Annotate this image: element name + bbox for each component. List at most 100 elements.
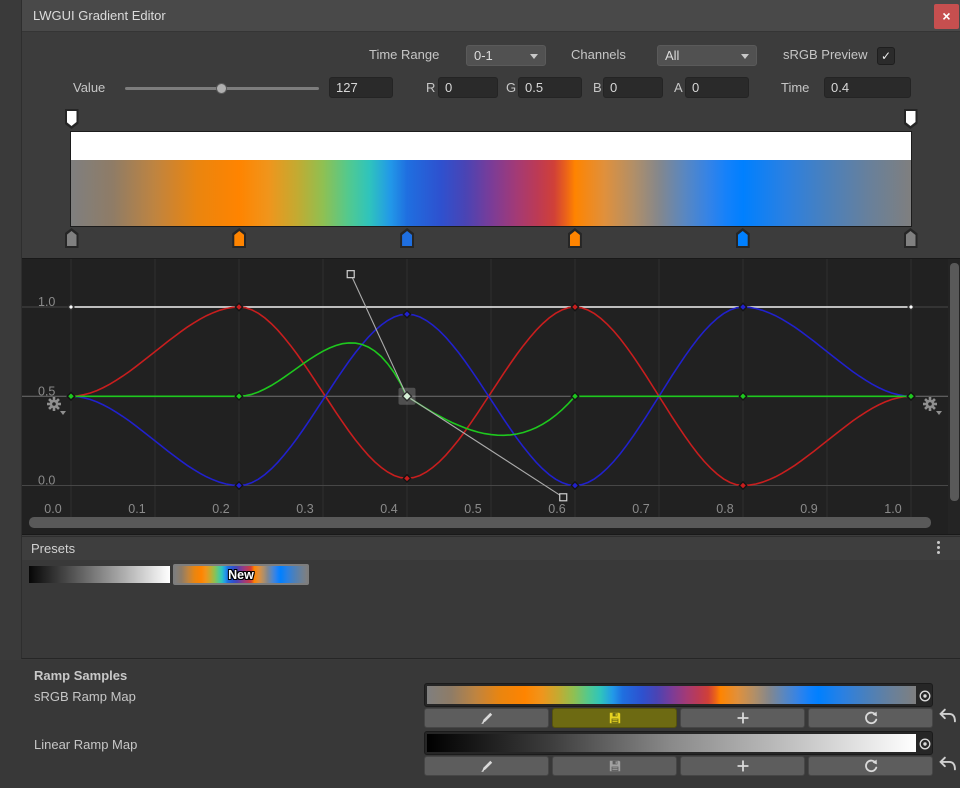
keyframe-blue[interactable] <box>235 482 242 489</box>
close-icon: × <box>942 8 950 24</box>
keyframe-red[interactable] <box>235 303 242 310</box>
horizontal-scrollbar[interactable] <box>29 517 931 528</box>
color-marker-1[interactable] <box>232 228 246 248</box>
curve-editor[interactable]: 0.00.10.20.30.40.50.60.70.80.91.01.00.50… <box>22 258 960 535</box>
keyframe-blue[interactable] <box>571 482 578 489</box>
x-tick-label: 0.0 <box>44 502 61 516</box>
srgb-pencil-button[interactable] <box>424 708 549 728</box>
keyframe-red[interactable] <box>571 303 578 310</box>
time-field[interactable]: 0.4 <box>824 77 911 98</box>
gradient-strip[interactable] <box>71 160 911 226</box>
object-picker-icon[interactable] <box>917 736 933 752</box>
alpha-strip[interactable] <box>71 132 911 160</box>
keyframe-red[interactable] <box>739 482 746 489</box>
linear-refresh-button[interactable] <box>808 756 933 776</box>
tangent-line <box>351 274 407 396</box>
ramp-samples-header: Ramp Samples <box>34 665 127 686</box>
color-marker-1-fill <box>234 231 244 246</box>
color-marker-3-fill <box>570 231 580 246</box>
gradient-preview[interactable] <box>70 131 912 227</box>
object-picker-icon[interactable] <box>917 688 933 704</box>
alpha-marker-1[interactable] <box>904 109 918 129</box>
vertical-scrollbar[interactable] <box>950 263 959 501</box>
color-marker-0-fill <box>67 231 77 246</box>
tangent-handle[interactable] <box>347 271 354 278</box>
tangent-line <box>407 396 563 497</box>
pencil-icon <box>479 758 495 774</box>
linear-ramp-preview[interactable] <box>424 731 933 755</box>
color-marker-4-fill <box>738 231 748 246</box>
time-range-value: 0-1 <box>474 48 493 63</box>
x-tick-label: 0.5 <box>464 502 481 516</box>
srgb-undo-icon[interactable] <box>939 707 956 724</box>
time-range-label: Time Range <box>369 44 439 65</box>
channels-dropdown[interactable]: All <box>657 45 757 66</box>
x-tick-label: 0.8 <box>716 502 733 516</box>
color-marker-0[interactable] <box>65 228 79 248</box>
title-bar[interactable]: LWGUI Gradient Editor × <box>22 0 960 32</box>
presets-header: Presets <box>22 536 960 560</box>
color-marker-3[interactable] <box>568 228 582 248</box>
srgb-ramp-preview[interactable] <box>424 683 933 707</box>
preset-swatch-new[interactable]: New <box>173 564 309 585</box>
save-icon <box>607 710 623 726</box>
linear-save-button[interactable] <box>552 756 677 776</box>
presets-title: Presets <box>31 538 75 560</box>
ramp-samples-panel: Ramp Samples sRGB Ramp Map Linear Ramp M… <box>0 660 960 788</box>
r-field[interactable]: 0 <box>438 77 498 98</box>
keyframe-alpha[interactable] <box>908 304 914 310</box>
linear-plus-button[interactable] <box>680 756 805 776</box>
y-tick-label: 1.0 <box>38 295 55 309</box>
linear-undo-icon[interactable] <box>939 755 956 772</box>
b-label: B <box>593 77 602 98</box>
preset-swatch-blackwhite[interactable] <box>29 566 170 583</box>
close-button[interactable]: × <box>934 4 959 29</box>
preset-new-label: New <box>228 568 254 582</box>
kebab-menu-icon[interactable] <box>937 541 940 544</box>
tangent-handle[interactable] <box>560 494 567 501</box>
x-tick-label: 0.3 <box>296 502 313 516</box>
keyframe-green[interactable] <box>67 393 74 400</box>
srgb-preview-label: sRGB Preview <box>783 44 868 65</box>
x-tick-label: 1.0 <box>884 502 901 516</box>
g-label: G <box>506 77 516 98</box>
keyframe-red[interactable] <box>403 475 410 482</box>
srgb-preview-checkbox[interactable]: ✓ <box>877 47 895 65</box>
value-slider-thumb[interactable] <box>216 83 227 94</box>
keyframe-blue[interactable] <box>403 310 410 317</box>
gradient-editor-window: LWGUI Gradient Editor × Time Range 0-1 C… <box>21 0 960 659</box>
srgb-ramp-buttons <box>424 708 933 728</box>
presets-body: New <box>22 560 960 658</box>
channels-value: All <box>665 48 679 63</box>
y-tick-label: 0.5 <box>38 384 55 398</box>
keyframe-green[interactable] <box>739 393 746 400</box>
srgb-refresh-button[interactable] <box>808 708 933 728</box>
b-field[interactable]: 0 <box>603 77 663 98</box>
a-field[interactable]: 0 <box>685 77 749 98</box>
keyframe-green[interactable] <box>907 393 914 400</box>
g-field[interactable]: 0.5 <box>518 77 582 98</box>
screen: LWGUI Gradient Editor × Time Range 0-1 C… <box>0 0 960 788</box>
srgb-plus-button[interactable] <box>680 708 805 728</box>
srgb-save-button[interactable] <box>552 708 677 728</box>
keyframe-alpha[interactable] <box>68 304 74 310</box>
x-tick-label: 0.4 <box>380 502 397 516</box>
color-marker-4[interactable] <box>736 228 750 248</box>
color-marker-5[interactable] <box>904 228 918 248</box>
keyframe-green[interactable] <box>235 393 242 400</box>
value-field[interactable]: 127 <box>329 77 393 98</box>
keyframe-blue[interactable] <box>739 303 746 310</box>
curve-settings-gear-icon-left[interactable] <box>47 397 66 415</box>
channels-label: Channels <box>571 44 626 65</box>
srgb-ramp-map-label: sRGB Ramp Map <box>34 686 136 707</box>
time-range-dropdown[interactable]: 0-1 <box>466 45 546 66</box>
value-slider[interactable] <box>125 87 319 90</box>
refresh-icon <box>863 758 879 774</box>
x-tick-label: 0.7 <box>632 502 649 516</box>
alpha-marker-0[interactable] <box>65 109 79 129</box>
rgba-curves-chart[interactable]: 0.00.10.20.30.40.50.60.70.80.91.01.00.50… <box>22 259 948 534</box>
curve-settings-gear-icon-right[interactable] <box>923 397 942 415</box>
alpha-marker-1-fill <box>906 111 916 126</box>
linear-pencil-button[interactable] <box>424 756 549 776</box>
color-marker-2[interactable] <box>400 228 414 248</box>
